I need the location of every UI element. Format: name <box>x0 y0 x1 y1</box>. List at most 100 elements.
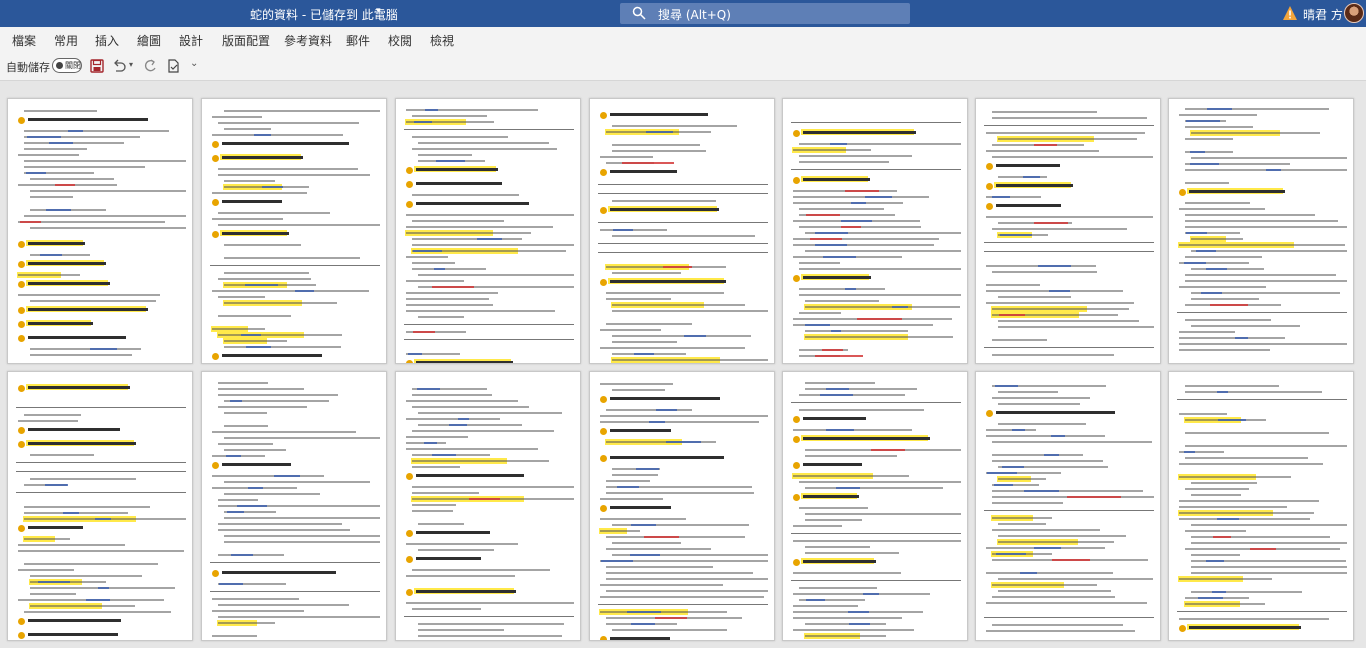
text-line <box>805 306 960 308</box>
tab-file[interactable]: 檔案 <box>12 32 36 49</box>
text-line <box>406 226 553 228</box>
page-thumbnail[interactable] <box>7 98 193 364</box>
text-line <box>412 406 530 408</box>
text-line <box>799 409 924 411</box>
link-text <box>98 587 110 589</box>
divider <box>598 243 768 244</box>
tab-mailings[interactable]: 郵件 <box>346 32 370 49</box>
avatar[interactable] <box>1344 3 1364 23</box>
heading-number <box>600 207 607 214</box>
link-text <box>1033 547 1061 549</box>
warning-icon[interactable] <box>1282 5 1298 21</box>
page-thumbnail[interactable] <box>589 98 775 364</box>
page-thumbnail[interactable] <box>201 98 387 364</box>
autosave-toggle[interactable]: 關閉 <box>52 58 82 73</box>
redo-icon[interactable] <box>143 59 157 73</box>
text-line <box>24 215 186 217</box>
text-line <box>606 409 693 411</box>
text-line <box>418 412 562 414</box>
chevron-down-icon[interactable]: ▾ <box>376 6 381 16</box>
divider <box>16 407 186 408</box>
page-thumbnail[interactable] <box>1168 98 1354 364</box>
tab-layout[interactable]: 版面配置 <box>222 32 270 49</box>
text-line <box>612 150 706 152</box>
emphasis-text <box>654 617 688 619</box>
tab-insert[interactable]: 插入 <box>95 32 119 49</box>
text-line <box>406 304 493 306</box>
heading-line <box>28 428 121 431</box>
undo-dropdown-icon[interactable]: ▾ <box>129 60 137 69</box>
heading-number <box>18 441 25 448</box>
text-line <box>612 304 746 306</box>
tab-references[interactable]: 參考資料 <box>284 32 332 49</box>
page-thumbnail[interactable] <box>782 98 968 364</box>
heading-line <box>610 429 671 432</box>
text-line <box>1185 530 1247 532</box>
text-line <box>30 575 142 577</box>
text-line <box>412 244 574 246</box>
text-line <box>998 578 1154 580</box>
text-line <box>799 161 890 163</box>
heading-number <box>18 525 25 532</box>
divider <box>598 604 768 605</box>
customize-icon[interactable]: ⌄ <box>190 58 204 72</box>
heading-number <box>600 169 607 176</box>
document-canvas[interactable] <box>0 81 1366 648</box>
text-line <box>998 590 1112 592</box>
heading-line <box>28 308 149 311</box>
link-text <box>245 346 272 348</box>
text-line <box>986 284 1041 286</box>
text-line <box>600 498 664 500</box>
link-text <box>226 511 244 513</box>
link-text <box>247 487 263 489</box>
tab-home[interactable]: 常用 <box>54 32 78 49</box>
link-text <box>1049 290 1070 292</box>
text-line <box>992 156 1153 158</box>
text-line <box>218 224 380 226</box>
text-line <box>418 424 522 426</box>
save-icon[interactable] <box>90 59 104 73</box>
text-line <box>992 228 1127 230</box>
text-line <box>992 517 1053 519</box>
heading-number <box>986 410 993 417</box>
heading-number <box>600 279 607 286</box>
page-thumbnail[interactable] <box>975 98 1161 364</box>
heading-number <box>793 416 800 423</box>
text-line <box>1185 256 1262 258</box>
divider <box>791 169 961 170</box>
page-thumbnail[interactable] <box>395 371 581 641</box>
link-text <box>1051 435 1065 437</box>
user-name[interactable]: 晴君 方 <box>1303 6 1343 23</box>
page-thumbnail[interactable] <box>7 371 193 641</box>
page-thumbnail[interactable] <box>201 371 387 641</box>
link-text <box>229 400 242 402</box>
page-thumbnail[interactable] <box>1168 371 1354 641</box>
heading-line <box>416 474 524 477</box>
link-text <box>1183 262 1207 264</box>
link-text <box>1189 163 1219 165</box>
tab-design[interactable]: 設計 <box>179 32 203 49</box>
text-line <box>24 110 97 112</box>
tab-draw[interactable]: 繪圖 <box>137 32 161 49</box>
heading-line <box>416 361 514 363</box>
heading-line <box>996 204 1061 207</box>
heading-line <box>28 262 107 265</box>
text-line <box>1185 226 1347 228</box>
text-line <box>412 220 505 222</box>
page-thumbnail[interactable] <box>975 371 1161 641</box>
page-thumbnail[interactable] <box>589 371 775 641</box>
link-text <box>40 254 63 256</box>
tab-review[interactable]: 校閱 <box>388 32 412 49</box>
text-line <box>412 486 574 488</box>
emphasis-text <box>643 536 679 538</box>
tab-view[interactable]: 檢視 <box>430 32 454 49</box>
heading-line <box>28 322 93 325</box>
document-check-icon[interactable] <box>167 59 181 73</box>
text-line <box>412 460 549 462</box>
text-line <box>1185 214 1316 216</box>
page-thumbnail[interactable] <box>782 371 968 641</box>
search-box[interactable]: 搜尋 (Alt+Q) <box>620 3 910 24</box>
link-text <box>424 442 438 444</box>
page-thumbnail[interactable] <box>395 98 581 364</box>
undo-icon[interactable] <box>112 59 126 73</box>
